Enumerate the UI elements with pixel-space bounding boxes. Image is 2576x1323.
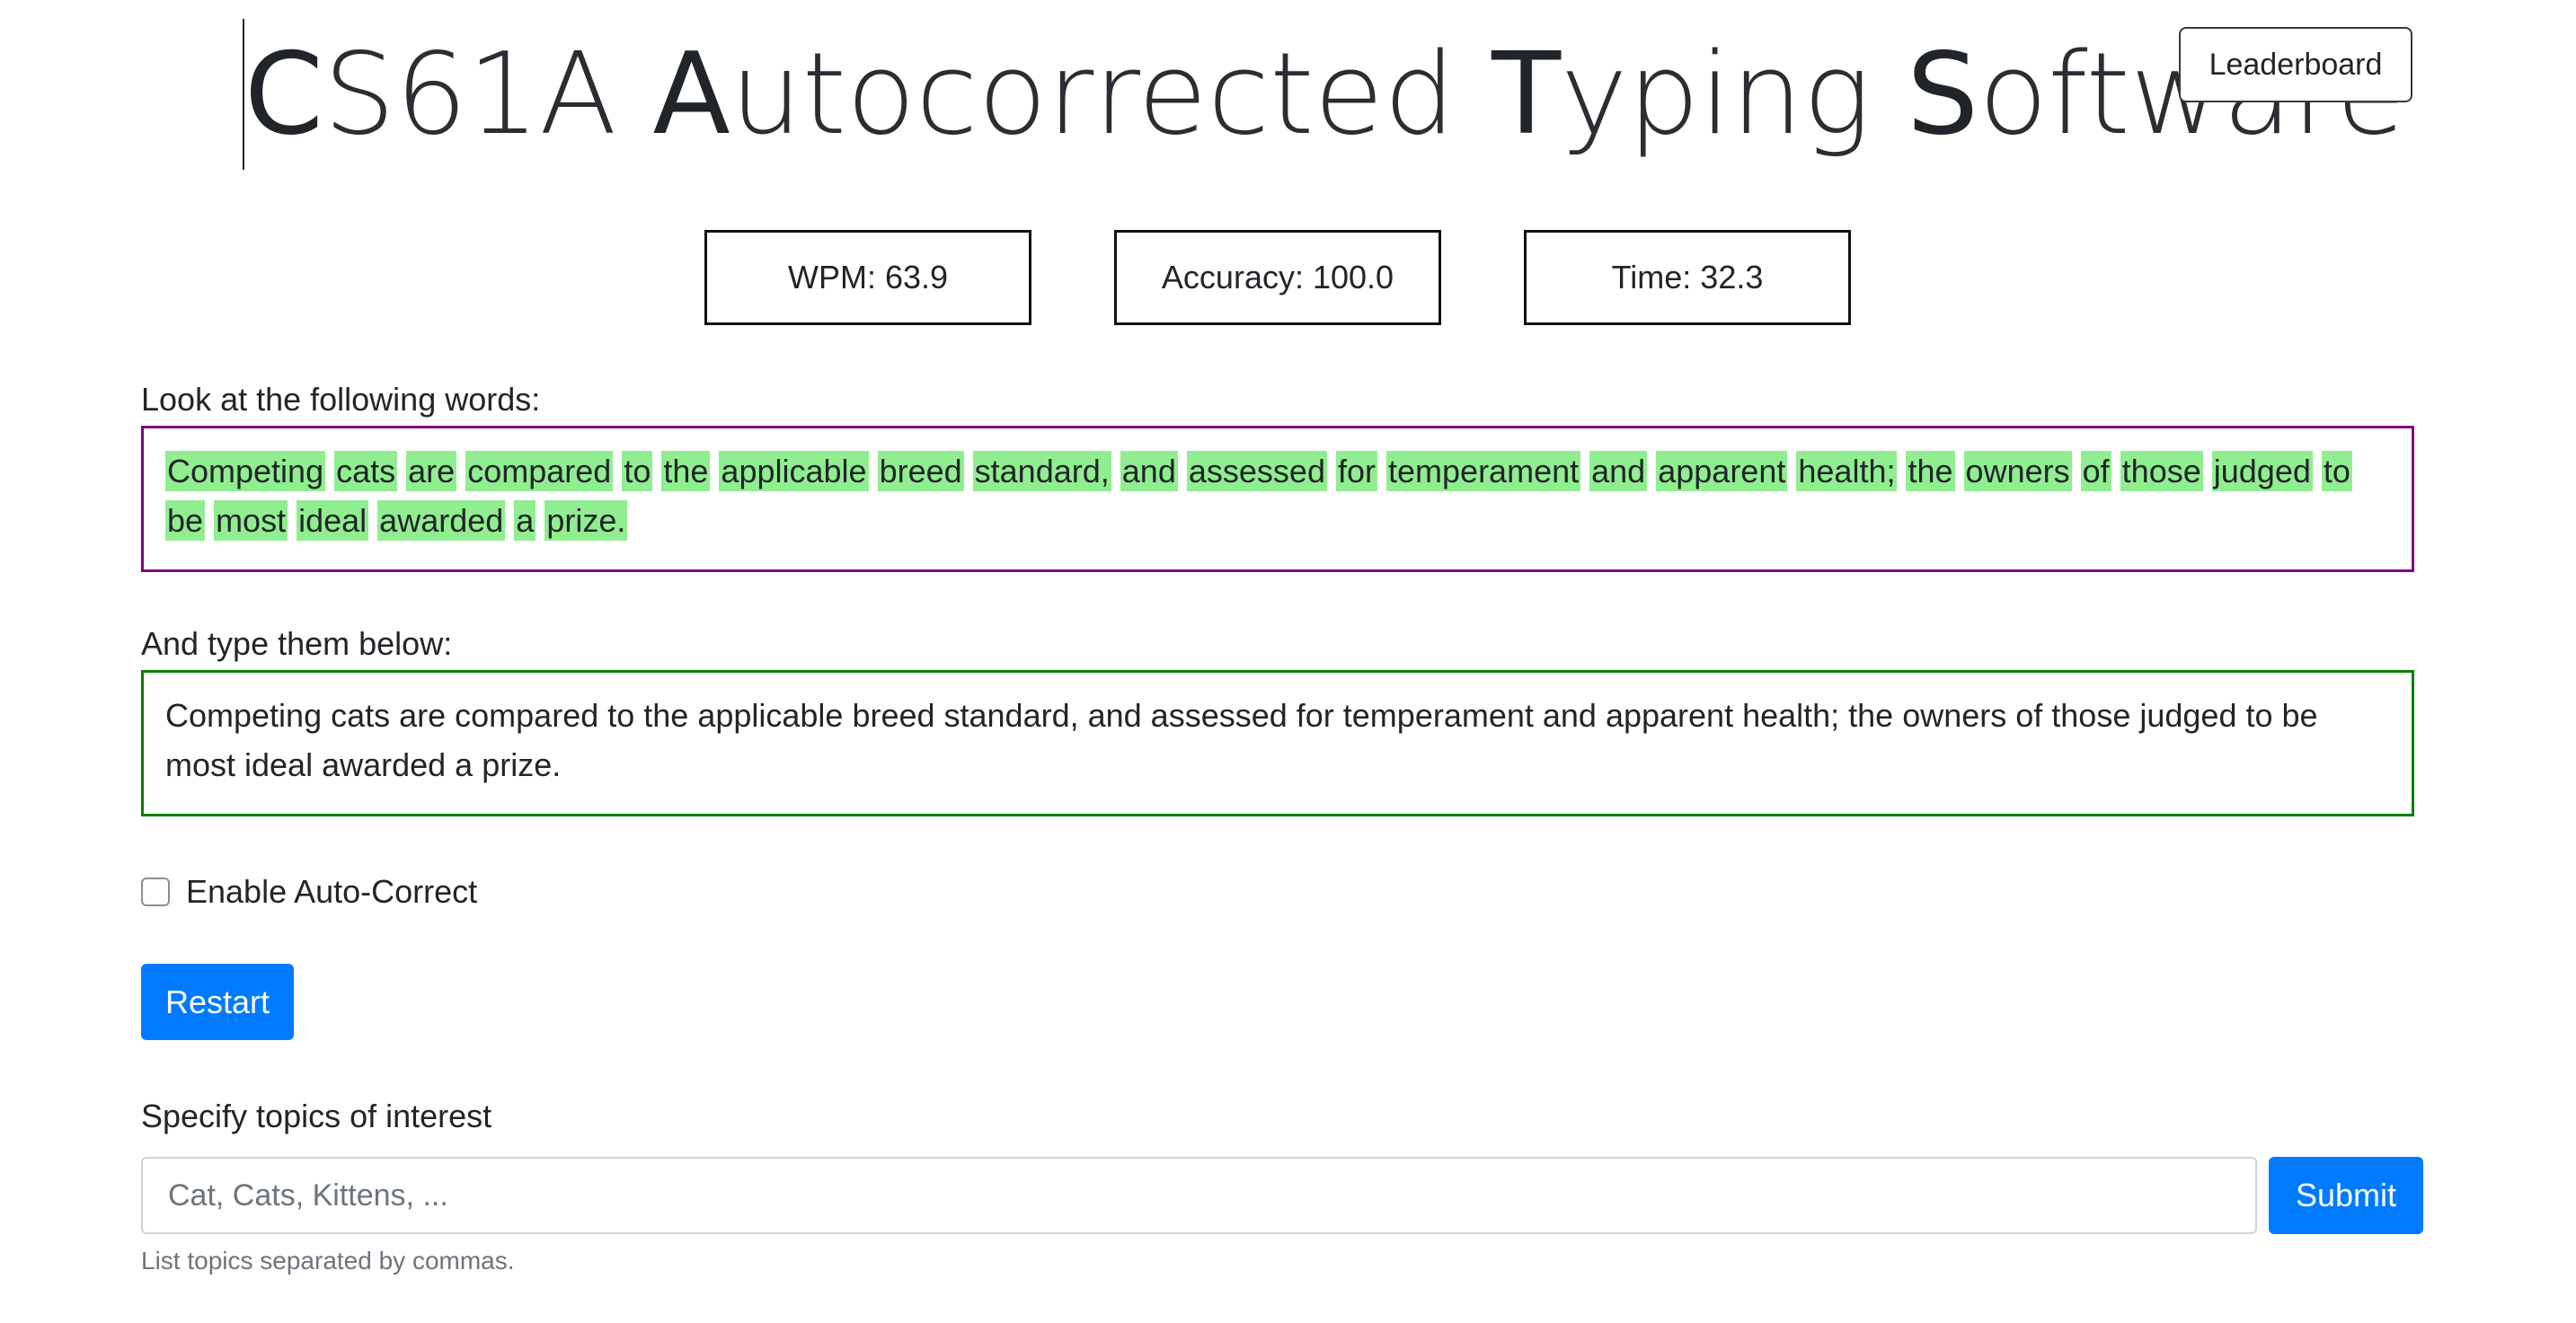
title-word-rest: yping (1561, 28, 1908, 160)
typed-label: And type them below: (141, 625, 453, 662)
prompt-word: the (661, 451, 711, 491)
app-title: CS61A Autocorrected Typing Software (244, 38, 2406, 151)
restart-button[interactable]: Restart (141, 964, 294, 1040)
title-initial: T (1492, 28, 1562, 160)
prompt-word: awarded (377, 500, 506, 541)
prompt-word: standard, (972, 451, 1111, 491)
stats-bar: WPM: 63.9 Accuracy: 100.0 Time: 32.3 (704, 230, 1851, 325)
prompt-word: to (622, 451, 653, 491)
autocorrect-checkbox[interactable] (141, 878, 170, 906)
time-stat: Time: 32.3 (1524, 230, 1851, 325)
prompt-word: and (1589, 451, 1648, 491)
autocorrect-toggle[interactable]: Enable Auto-Correct (141, 873, 477, 911)
submit-button[interactable]: Submit (2269, 1157, 2423, 1234)
prompt-word: compared (465, 451, 614, 491)
prompt-word: breed (877, 451, 964, 491)
prompt-text-box: Competing cats are compared to the appli… (141, 426, 2414, 572)
prompt-word: and (1120, 451, 1178, 491)
prompt-word: prize. (544, 500, 628, 541)
prompt-word: judged (2211, 451, 2313, 491)
prompt-word: owners (1963, 451, 2072, 491)
prompt-word: to (2321, 451, 2352, 491)
prompt-word: apparent (1656, 451, 1788, 491)
topics-help-text: List topics separated by commas. (141, 1247, 515, 1274)
prompt-word: those (2120, 451, 2203, 491)
prompt-word: of (2080, 451, 2111, 491)
topics-input[interactable] (141, 1157, 2257, 1234)
typing-area[interactable]: Competing cats are compared to the appli… (141, 670, 2414, 816)
prompt-word: be (165, 500, 206, 541)
prompt-word: temperament (1386, 451, 1581, 491)
autocorrect-label: Enable Auto-Correct (186, 873, 478, 910)
prompt-word: most (214, 500, 288, 541)
prompt-word: for (1335, 451, 1377, 491)
topics-label: Specify topics of interest (141, 1098, 492, 1134)
prompt-word: applicable (719, 451, 869, 491)
prompt-word: ideal (297, 500, 369, 541)
prompt-word: are (406, 451, 457, 491)
accuracy-stat: Accuracy: 100.0 (1114, 230, 1441, 325)
title-word-rest: utocorrected (730, 28, 1492, 160)
prompt-word: the (1906, 451, 1955, 491)
prompt-word: a (514, 500, 536, 541)
title-word-rest: S61A (323, 28, 653, 160)
prompt-word: assessed (1186, 451, 1327, 491)
title-initial: S (1907, 28, 1979, 160)
title-initial: A (652, 28, 730, 160)
leaderboard-button[interactable]: Leaderboard (2179, 27, 2412, 102)
app-header: CS61A Autocorrected Typing Software (243, 18, 2406, 171)
prompt-label: Look at the following words: (141, 381, 541, 418)
prompt-word: health; (1796, 451, 1898, 491)
title-initial: C (244, 28, 323, 160)
prompt-word: cats (334, 451, 398, 491)
wpm-stat: WPM: 63.9 (704, 230, 1031, 325)
prompt-word: Competing (165, 451, 326, 491)
